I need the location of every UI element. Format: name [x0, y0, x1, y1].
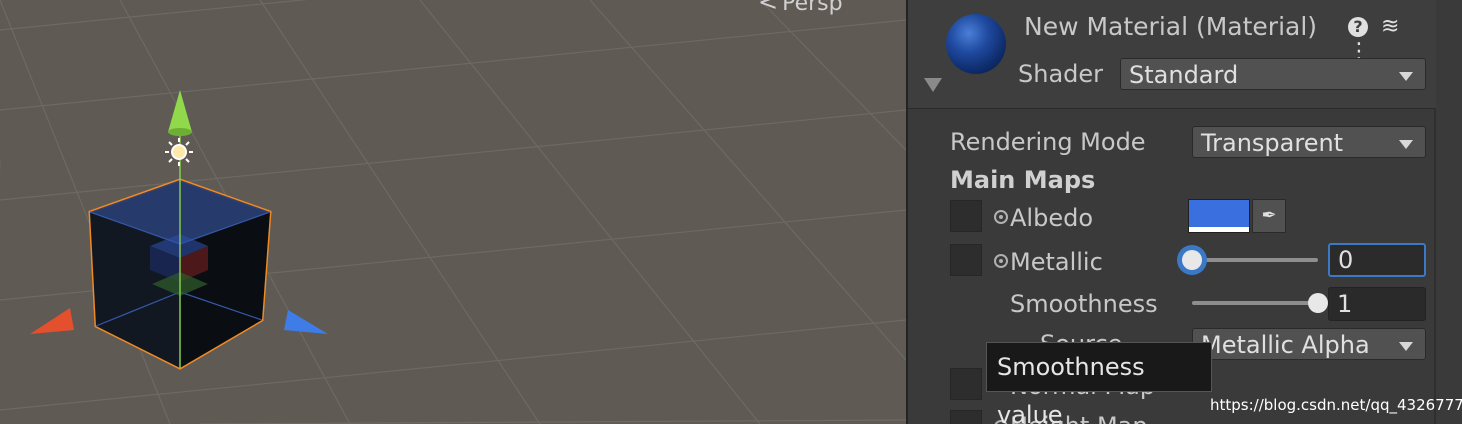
albedo-color-swatch[interactable]	[1188, 199, 1250, 233]
shader-value: Standard	[1129, 61, 1239, 89]
metallic-picker-icon[interactable]	[994, 254, 1008, 268]
scene-view[interactable]: < Persp	[0, 0, 906, 424]
help-icon[interactable]: ?	[1348, 17, 1368, 37]
material-header: New Material (Material) ? ≋ ⋮ Shader Sta…	[908, 0, 1436, 109]
rendering-mode-label: Rendering Mode	[950, 128, 1146, 156]
rendering-mode-value: Transparent	[1201, 129, 1344, 157]
metallic-label: Metallic	[1010, 248, 1103, 276]
header-icons: ? ≋ ⋮	[1348, 14, 1436, 64]
normal-map-texture-slot[interactable]	[950, 368, 982, 400]
rendering-mode-dropdown[interactable]: Transparent	[1192, 126, 1426, 158]
chevron-down-icon	[1399, 140, 1413, 149]
smoothness-tooltip: Smoothness value	[986, 342, 1212, 424]
shader-label: Shader	[1018, 60, 1104, 88]
section-main-maps: Main Maps	[950, 166, 1096, 194]
metallic-slider-handle[interactable]	[1182, 250, 1202, 270]
metallic-field[interactable]: 0	[1328, 243, 1426, 277]
smoothness-slider-handle[interactable]	[1308, 293, 1328, 313]
shader-dropdown[interactable]: Standard	[1120, 58, 1426, 90]
albedo-texture-slot[interactable]	[950, 200, 982, 232]
source-value: Metallic Alpha	[1201, 331, 1370, 359]
metallic-slider-track[interactable]	[1192, 258, 1318, 262]
eyedropper-icon[interactable]: ✒	[1252, 199, 1286, 233]
height-map-texture-slot[interactable]	[950, 410, 982, 424]
source-dropdown[interactable]: Metallic Alpha	[1192, 328, 1426, 360]
material-preview-sphere	[946, 14, 1006, 74]
inspector-panel: New Material (Material) ? ≋ ⋮ Shader Sta…	[906, 0, 1462, 424]
view-orientation-label[interactable]: < Persp	[758, 0, 843, 16]
metallic-texture-slot[interactable]	[950, 244, 982, 276]
albedo-picker-icon[interactable]	[994, 210, 1008, 224]
chevron-left-icon: <	[758, 0, 779, 16]
scene-grid	[0, 0, 906, 424]
smoothness-slider-track[interactable]	[1192, 301, 1318, 305]
persp-label: Persp	[782, 0, 843, 16]
smoothness-label: Smoothness	[1010, 290, 1158, 318]
chevron-down-icon	[1399, 72, 1413, 81]
chevron-down-icon	[1399, 342, 1413, 351]
watermark-text: https://blog.csdn.net/qq_43267773	[1210, 396, 1462, 414]
scrollbar-track[interactable]	[1434, 108, 1436, 424]
collapse-triangle-icon[interactable]	[924, 78, 942, 92]
sliders-icon[interactable]: ≋	[1381, 14, 1405, 39]
albedo-label: Albedo	[1010, 204, 1094, 232]
material-title: New Material (Material)	[1024, 12, 1318, 41]
smoothness-field[interactable]: 1	[1328, 287, 1426, 321]
